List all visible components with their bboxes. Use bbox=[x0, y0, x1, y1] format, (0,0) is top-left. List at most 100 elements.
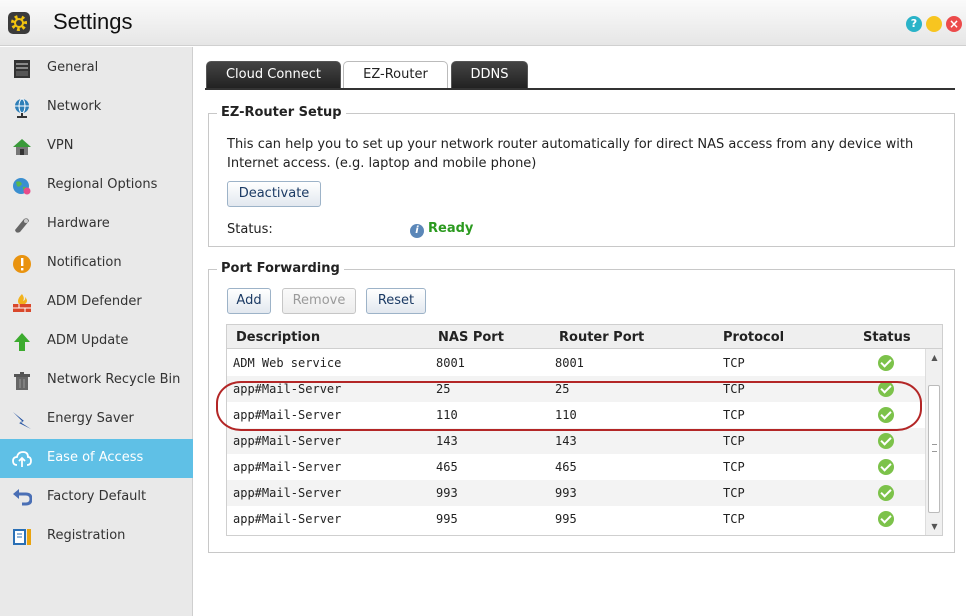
globe-pin-icon bbox=[13, 178, 31, 195]
ez-router-description: This can help you to set up your network… bbox=[227, 137, 914, 171]
sidebar-item-label: Registration bbox=[47, 528, 126, 543]
cell-description: app#Mail-Server bbox=[233, 512, 342, 526]
sidebar-item-general[interactable]: General bbox=[0, 49, 193, 88]
cell-description: app#Mail-Server bbox=[233, 460, 342, 474]
reset-button[interactable]: Reset bbox=[366, 288, 426, 314]
table-row[interactable]: app#Mail-Server 995 995 TCP bbox=[227, 506, 925, 532]
settings-gear-icon bbox=[8, 12, 30, 34]
column-header-protocol[interactable]: Protocol bbox=[723, 330, 784, 345]
remove-button[interactable]: Remove bbox=[282, 288, 356, 314]
cell-description: app#Mail-Server bbox=[233, 486, 342, 500]
cell-protocol: TCP bbox=[723, 486, 745, 500]
port-forwarding-legend: Port Forwarding bbox=[217, 261, 344, 276]
column-header-description[interactable]: Description bbox=[236, 330, 320, 345]
sidebar-item-network[interactable]: Network bbox=[0, 88, 193, 127]
cloud-upload-icon bbox=[12, 451, 32, 467]
scroll-up-icon[interactable]: ▲ bbox=[926, 349, 942, 366]
scroll-down-icon[interactable]: ▼ bbox=[926, 518, 942, 535]
table-row[interactable]: app#Mail-Server 465 465 TCP bbox=[227, 454, 925, 480]
status-check-icon bbox=[878, 433, 894, 449]
trash-icon bbox=[14, 372, 30, 390]
column-header-status[interactable]: Status bbox=[863, 330, 911, 345]
cell-nas-port: 8001 bbox=[436, 356, 465, 370]
sidebar-item-label: ADM Defender bbox=[47, 294, 142, 309]
energy-icon bbox=[13, 412, 31, 429]
title-bar: Settings ? × bbox=[0, 0, 966, 46]
scroll-thumb[interactable] bbox=[928, 385, 940, 513]
sidebar-item-label: General bbox=[47, 60, 99, 75]
sidebar-item-label: VPN bbox=[47, 138, 74, 153]
ez-router-setup-group: EZ-Router Setup bbox=[208, 105, 955, 247]
sidebar: General Network VPN Regional Options Har… bbox=[0, 47, 193, 616]
deactivate-button[interactable]: Deactivate bbox=[227, 181, 321, 207]
sidebar-item-label: Network Recycle Bin bbox=[47, 372, 181, 387]
sidebar-item-label: Hardware bbox=[47, 216, 110, 231]
minimize-icon[interactable] bbox=[926, 16, 942, 32]
table-header: Description NAS Port Router Port Protoco… bbox=[227, 325, 942, 349]
up-arrow-icon bbox=[14, 333, 30, 351]
status-value: i Ready bbox=[410, 221, 473, 238]
sidebar-item-label: ADM Update bbox=[47, 333, 129, 348]
table-row[interactable]: ADM Web service 8001 8001 TCP bbox=[227, 350, 925, 376]
sidebar-item-adm-update[interactable]: ADM Update bbox=[0, 322, 193, 361]
sidebar-item-label: Regional Options bbox=[47, 177, 158, 192]
sidebar-item-energy-saver[interactable]: Energy Saver bbox=[0, 400, 193, 439]
sidebar-item-label: Energy Saver bbox=[47, 411, 134, 426]
cell-nas-port: 993 bbox=[436, 486, 458, 500]
cell-nas-port: 143 bbox=[436, 434, 458, 448]
sidebar-item-label: Ease of Access bbox=[47, 450, 144, 465]
cell-protocol: TCP bbox=[723, 512, 745, 526]
sidebar-item-regional-options[interactable]: Regional Options bbox=[0, 166, 193, 205]
hardware-icon bbox=[15, 218, 29, 233]
column-header-nas-port[interactable]: NAS Port bbox=[438, 330, 504, 345]
status-check-icon bbox=[878, 511, 894, 527]
cell-protocol: TCP bbox=[723, 434, 745, 448]
status-ready-text: Ready bbox=[428, 221, 474, 236]
cell-router-port: 143 bbox=[555, 434, 577, 448]
globe-network-icon bbox=[15, 98, 29, 118]
info-icon: i bbox=[410, 224, 424, 238]
sidebar-item-network-recycle-bin[interactable]: Network Recycle Bin bbox=[0, 361, 193, 400]
column-header-router-port[interactable]: Router Port bbox=[559, 330, 644, 345]
sidebar-item-hardware[interactable]: Hardware bbox=[0, 205, 193, 244]
tab-underline bbox=[205, 88, 955, 90]
cell-router-port: 993 bbox=[555, 486, 577, 500]
table-row[interactable]: app#Mail-Server 143 143 TCP bbox=[227, 428, 925, 454]
table-row[interactable]: app#Mail-Server 993 993 TCP bbox=[227, 480, 925, 506]
firewall-icon bbox=[13, 294, 31, 312]
tab-ez-router[interactable]: EZ-Router bbox=[343, 61, 448, 89]
status-check-icon bbox=[878, 355, 894, 371]
status-label: Status: bbox=[227, 222, 273, 237]
close-icon[interactable]: × bbox=[946, 16, 962, 32]
sidebar-item-vpn[interactable]: VPN bbox=[0, 127, 193, 166]
highlight-annotation bbox=[216, 381, 922, 431]
table-scrollbar[interactable]: ▲ ▼ bbox=[925, 349, 942, 535]
status-check-icon bbox=[878, 485, 894, 501]
sidebar-item-registration[interactable]: Registration bbox=[0, 517, 193, 556]
registration-icon bbox=[13, 529, 31, 545]
sidebar-item-adm-defender[interactable]: ADM Defender bbox=[0, 283, 193, 322]
sidebar-item-label: Factory Default bbox=[47, 489, 147, 504]
window-title: Settings bbox=[53, 9, 133, 34]
sidebar-item-ease-of-access[interactable]: Ease of Access bbox=[0, 439, 193, 478]
vpn-house-icon bbox=[13, 139, 31, 155]
status-check-icon bbox=[878, 459, 894, 475]
cell-router-port: 465 bbox=[555, 460, 577, 474]
sidebar-item-notification[interactable]: Notification bbox=[0, 244, 193, 283]
tab-cloud-connect[interactable]: Cloud Connect bbox=[206, 61, 341, 88]
cell-router-port: 8001 bbox=[555, 356, 584, 370]
sidebar-item-label: Network bbox=[47, 99, 102, 114]
help-icon[interactable]: ? bbox=[906, 16, 922, 32]
cell-description: app#Mail-Server bbox=[233, 434, 342, 448]
ez-router-setup-legend: EZ-Router Setup bbox=[217, 105, 346, 120]
cell-nas-port: 995 bbox=[436, 512, 458, 526]
undo-arrow-icon bbox=[13, 489, 32, 506]
sidebar-item-label: Notification bbox=[47, 255, 122, 270]
cell-router-port: 995 bbox=[555, 512, 577, 526]
server-icon bbox=[14, 60, 30, 78]
cell-nas-port: 465 bbox=[436, 460, 458, 474]
sidebar-item-factory-default[interactable]: Factory Default bbox=[0, 478, 193, 517]
add-button[interactable]: Add bbox=[227, 288, 271, 314]
tab-ddns[interactable]: DDNS bbox=[451, 61, 528, 88]
exclamation-icon bbox=[13, 255, 31, 273]
